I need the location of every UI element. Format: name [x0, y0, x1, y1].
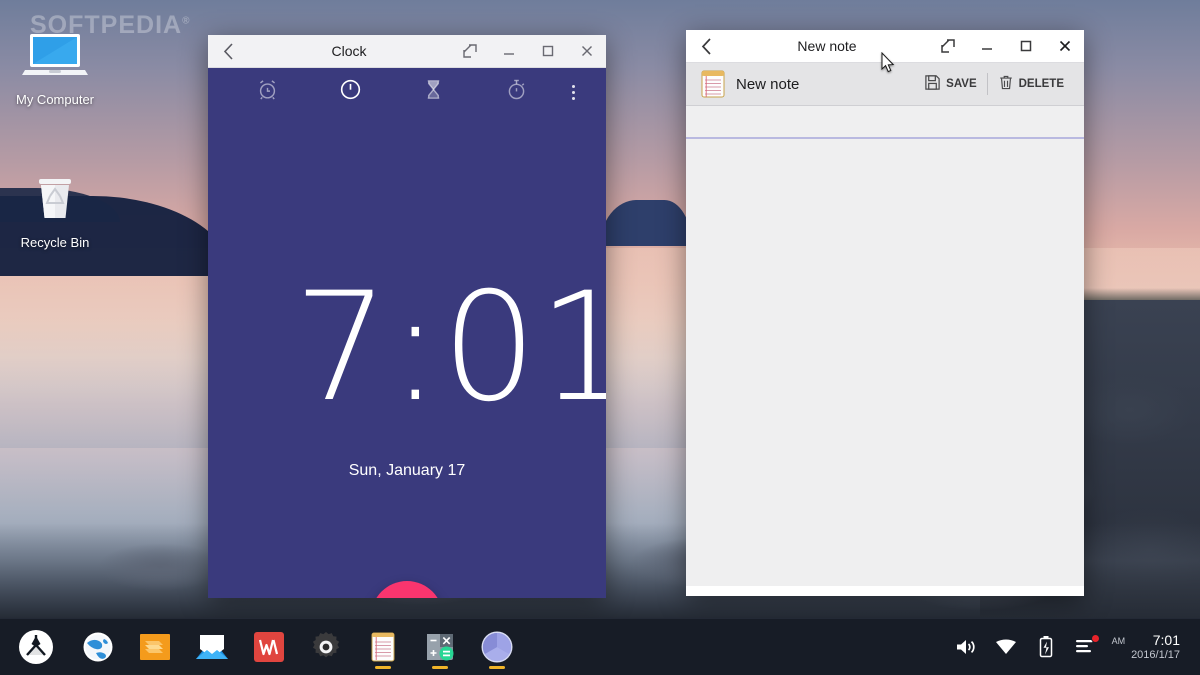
tab-alarm[interactable]	[226, 68, 309, 116]
note-rule-line	[686, 137, 1084, 139]
clock-window[interactable]: Clock	[208, 35, 606, 598]
tab-stopwatch[interactable]	[475, 68, 558, 116]
save-button[interactable]: SAVE	[914, 69, 986, 99]
taskbar-app-browser[interactable]	[71, 621, 125, 673]
clock-window-buttons[interactable]	[450, 35, 606, 68]
chevron-left-icon[interactable]	[208, 35, 248, 68]
clock-values: 7:01 2016/1/17	[1131, 632, 1180, 661]
minimize-icon[interactable]	[967, 30, 1006, 63]
taskbar-app-wps-office[interactable]	[242, 621, 296, 673]
desktop-icon-my-computer[interactable]: My Computer	[0, 22, 110, 107]
clock-icon	[339, 78, 362, 106]
close-icon[interactable]	[1045, 30, 1084, 63]
desktop[interactable]: SOFTPEDIA® My Computer	[0, 0, 1200, 675]
clock-window-title: Clock	[248, 43, 450, 59]
notes-window[interactable]: New note	[686, 30, 1084, 596]
notes-window-titlebar[interactable]: New note	[686, 30, 1084, 63]
close-icon[interactable]	[567, 35, 606, 68]
speaker-icon[interactable]	[946, 627, 986, 667]
note-text-area[interactable]	[686, 106, 1084, 586]
tab-clock[interactable]	[309, 68, 392, 116]
more-vertical-icon[interactable]	[558, 85, 588, 100]
recycle-bin-icon	[0, 165, 110, 233]
notes-toolbar[interactable]: New note SAVE	[686, 63, 1084, 106]
taskbar-app-clock[interactable]	[470, 621, 524, 673]
pie-clock-icon	[480, 630, 514, 664]
watermark-registered-mark: ®	[182, 16, 190, 27]
calculator-icon	[425, 632, 455, 662]
tab-timer[interactable]	[392, 68, 475, 116]
delete-button[interactable]: DELETE	[988, 69, 1074, 99]
hourglass-icon	[422, 78, 445, 106]
clock-time-display: 7:01	[208, 273, 606, 423]
taskbar-app-notes[interactable]	[356, 621, 410, 673]
stopwatch-icon	[505, 78, 528, 106]
desktop-icon-label: My Computer	[0, 92, 110, 107]
notes-window-buttons[interactable]	[928, 30, 1084, 63]
start-button[interactable]	[14, 625, 58, 669]
delete-label: DELETE	[1019, 78, 1064, 90]
globe-browser-icon	[82, 631, 114, 663]
clock-date-display: Sun, January 17	[208, 462, 606, 480]
minimize-icon[interactable]	[489, 35, 528, 68]
taskbar-clock[interactable]: AM 7:01 2016/1/17	[1106, 632, 1190, 661]
system-tray[interactable]: AM 7:01 2016/1/17	[946, 627, 1200, 667]
taskbar-apps[interactable]	[0, 621, 524, 673]
taskbar-app-settings[interactable]	[299, 621, 353, 673]
notepad-icon	[370, 632, 396, 662]
notification-list-icon[interactable]	[1066, 627, 1106, 667]
notification-badge	[1091, 634, 1100, 643]
alarm-clock-icon	[256, 78, 279, 106]
taskbar[interactable]: AM 7:01 2016/1/17	[0, 618, 1200, 675]
save-label: SAVE	[946, 78, 976, 90]
note-title-text: New note	[736, 76, 914, 93]
chevron-left-icon[interactable]	[686, 30, 726, 63]
expand-icon[interactable]	[928, 30, 967, 63]
clock-window-body[interactable]: 7:01 Sun, January 17	[208, 68, 606, 598]
running-indicator	[432, 666, 448, 669]
folder-icon	[139, 632, 171, 662]
clock-ampm: AM	[1112, 632, 1126, 646]
wps-w-icon	[254, 632, 284, 662]
floppy-save-icon	[924, 74, 941, 94]
taskbar-app-calculator[interactable]	[413, 621, 467, 673]
desktop-icon-label: Recycle Bin	[0, 235, 110, 250]
maximize-icon[interactable]	[528, 35, 567, 68]
laptop-icon	[0, 22, 110, 90]
clock-time: 7:01	[1131, 632, 1180, 649]
trash-icon	[998, 74, 1014, 94]
running-indicator	[489, 666, 505, 669]
notes-window-title: New note	[726, 38, 928, 54]
running-indicator	[375, 666, 391, 669]
wifi-icon[interactable]	[986, 627, 1026, 667]
world-clock-fab-button[interactable]	[371, 581, 443, 598]
clock-window-titlebar[interactable]: Clock	[208, 35, 606, 68]
notepad-icon	[696, 69, 730, 99]
battery-charging-icon[interactable]	[1026, 627, 1066, 667]
taskbar-app-email[interactable]	[185, 621, 239, 673]
note-body-text	[686, 106, 1084, 146]
clock-tab-bar[interactable]	[208, 68, 606, 116]
desktop-icon-recycle-bin[interactable]: Recycle Bin	[0, 165, 110, 250]
expand-icon[interactable]	[450, 35, 489, 68]
gear-icon	[310, 631, 342, 663]
taskbar-app-file-manager[interactable]	[128, 621, 182, 673]
clock-date: 2016/1/17	[1131, 649, 1180, 662]
phoenix-logo-icon	[17, 628, 55, 666]
clock-time-value: 7:01	[294, 273, 606, 423]
maximize-icon[interactable]	[1006, 30, 1045, 63]
envelope-icon	[195, 633, 229, 661]
